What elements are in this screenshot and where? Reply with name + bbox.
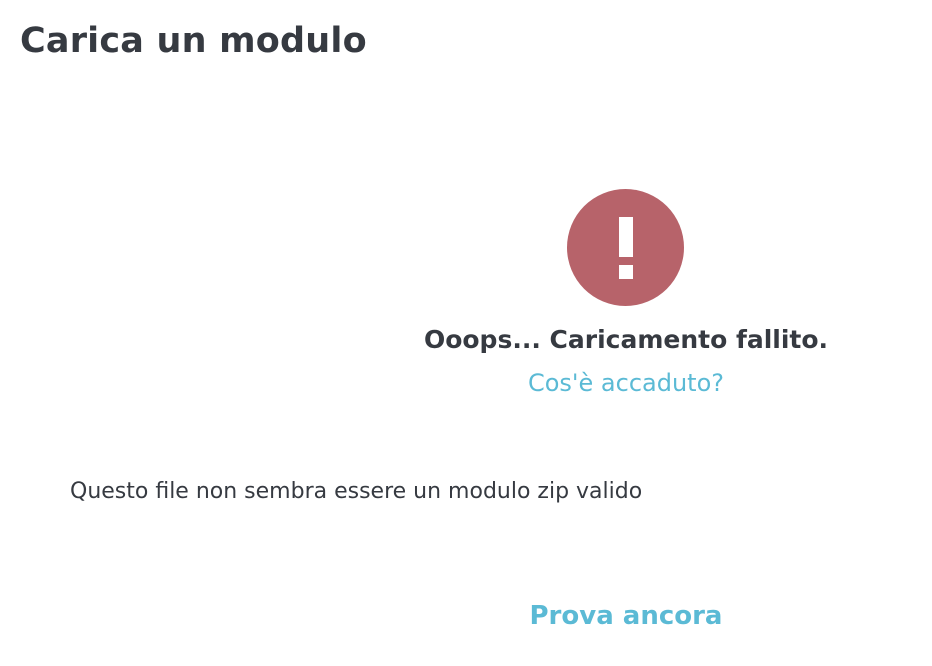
error-heading: Ooops... Caricamento fallito. [423,325,829,354]
retry-button[interactable]: Prova ancora [500,596,752,636]
what-happened-link[interactable]: Cos'è accaduto? [160,366,932,400]
error-message: Questo file non sembra essere un modulo … [70,479,643,504]
page-title: Carica un modulo [20,21,367,61]
exclamation-icon [567,189,684,306]
